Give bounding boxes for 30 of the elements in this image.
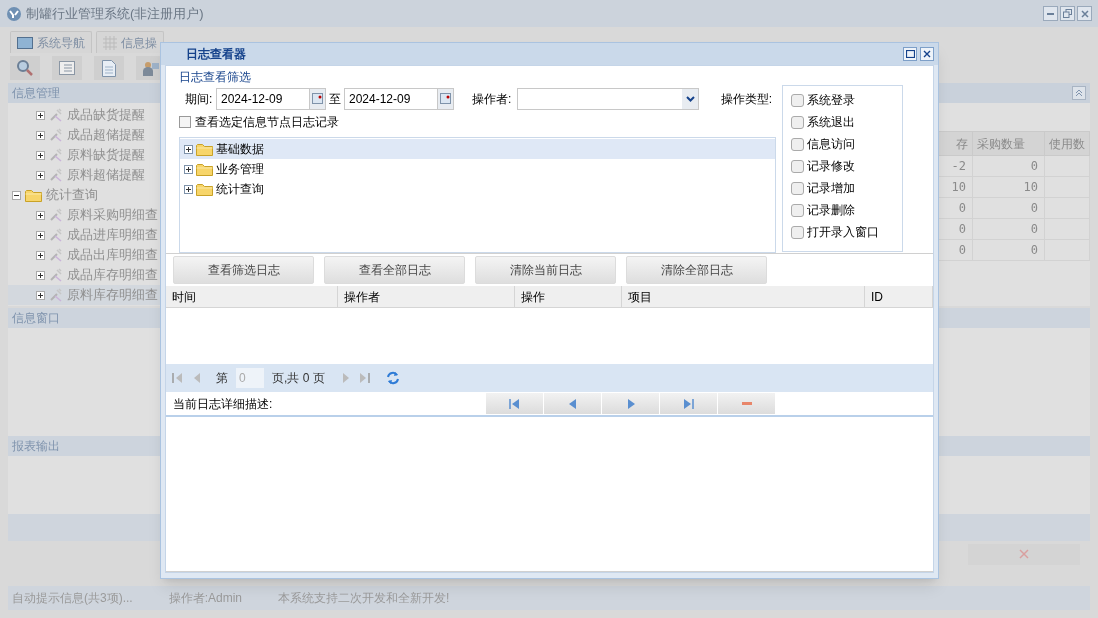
dialog-title: 日志查看器 [186, 46, 246, 63]
status-text: 自动提示信息(共3项)... [12, 590, 133, 607]
panel-header: 信息窗口 [12, 310, 60, 327]
checkbox-label: 系统退出 [807, 114, 855, 131]
operator-label: 操作者: [472, 90, 513, 108]
checkbox-label: 查看选定信息节点日志记录 [195, 114, 339, 132]
page-total: 页,共 0 页 [272, 370, 325, 387]
checkbox-label: 记录修改 [807, 158, 855, 175]
window-title: 制罐行业管理系统(非注册用户) [26, 4, 204, 23]
detail-label: 当前日志详细描述: [173, 395, 274, 413]
table-cell: 0 [972, 155, 1045, 177]
table-cell: 0 [972, 197, 1045, 219]
checkbox-label: 记录增加 [807, 180, 855, 197]
checkbox-label: 打开录入窗口 [807, 224, 879, 241]
panel-header: 报表输出 [12, 438, 60, 455]
section-title: 日志查看筛选 [179, 69, 252, 86]
panel-header: 信息管理 [12, 85, 60, 102]
operation-type-label: 操作类型: [720, 90, 772, 108]
to-label: 至 [328, 90, 342, 108]
page-label: 第 [216, 370, 228, 387]
column-header: 使用数 [1044, 131, 1090, 156]
checkbox-label: 记录删除 [807, 202, 855, 219]
table-cell: 0 [972, 239, 1045, 261]
table-cell: 10 [972, 176, 1045, 198]
table-cell: 0 [972, 218, 1045, 240]
status-text: 操作者:Admin [168, 590, 243, 607]
column-header: 采购数量 [972, 131, 1045, 156]
checkbox-label: 信息访问 [807, 136, 855, 153]
period-label: 期间: [184, 90, 214, 108]
checkbox-label: 系统登录 [807, 92, 855, 109]
